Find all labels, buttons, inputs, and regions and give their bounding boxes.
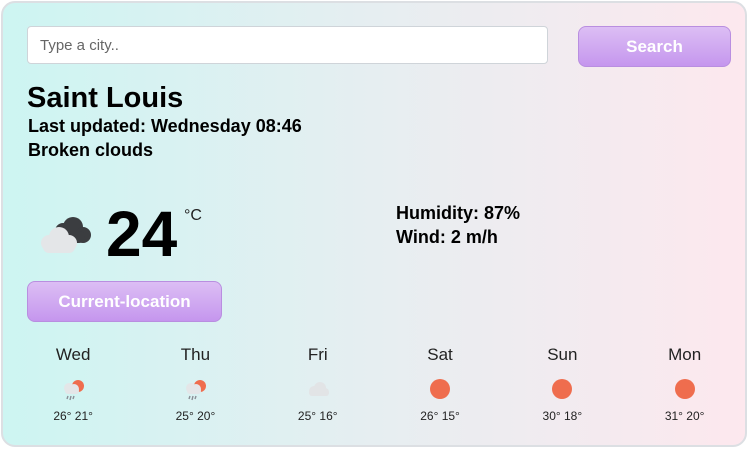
broken-clouds-icon [37,215,93,260]
forecast-day: Wed 26° 21° [12,343,134,423]
search-button[interactable]: Search [578,26,731,67]
temperature-unit: °C [184,207,202,224]
forecast-day: Sat 26° 15° [379,343,501,423]
forecast-day: Thu 25° 20° [134,343,256,423]
forecast-day: Fri 25° 16° [257,343,379,423]
forecast-temps: 31° 20° [664,409,705,423]
forecast-day: Mon 31° 20° [623,343,745,423]
weather-description: Broken clouds [28,140,154,160]
forecast-day-name: Mon [668,345,702,364]
weather-card: Search Saint Louis Last updated: Wednesd… [1,1,747,447]
forecast: Wed 26° 21° Thu 25° 20° Fri 25° 16° Sat … [12,343,746,423]
forecast-temps: 25° 20° [175,409,216,423]
forecast-day: Sun 30° 18° [501,343,623,423]
rain-sun-icon [181,375,209,403]
rain-sun-icon [59,375,87,403]
forecast-day-name: Thu [180,345,211,364]
sun-icon [548,375,576,403]
current-temperature: 24 [106,198,178,270]
humidity: Humidity: 87% [396,203,521,223]
sun-icon [426,375,454,403]
forecast-temps: 30° 18° [542,409,583,423]
current-location-button[interactable]: Current-location [27,281,222,322]
forecast-temps: 26° 15° [420,409,460,423]
wind: Wind: 2 m/h [396,227,498,247]
city-search-input[interactable] [27,26,548,64]
forecast-day-name: Sun [547,345,578,364]
last-updated: Last updated: Wednesday 08:46 [28,116,302,136]
sun-icon [671,375,699,403]
forecast-day-name: Sat [427,345,453,364]
forecast-temps: 25° 16° [297,409,338,423]
forecast-temps: 26° 21° [53,409,93,423]
city-name: Saint Louis [27,82,184,114]
cloud-icon [304,375,332,403]
forecast-day-name: Wed [55,345,91,364]
forecast-day-name: Fri [307,345,328,364]
